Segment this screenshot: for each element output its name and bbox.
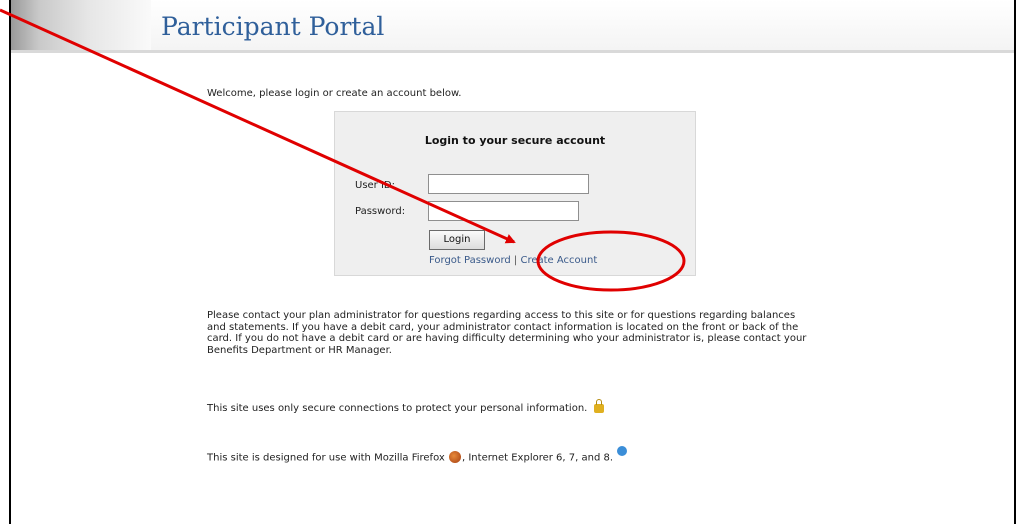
annotation-circle bbox=[536, 230, 686, 292]
annotation-overlay bbox=[0, 8, 686, 292]
annotation-arrow bbox=[0, 8, 516, 244]
